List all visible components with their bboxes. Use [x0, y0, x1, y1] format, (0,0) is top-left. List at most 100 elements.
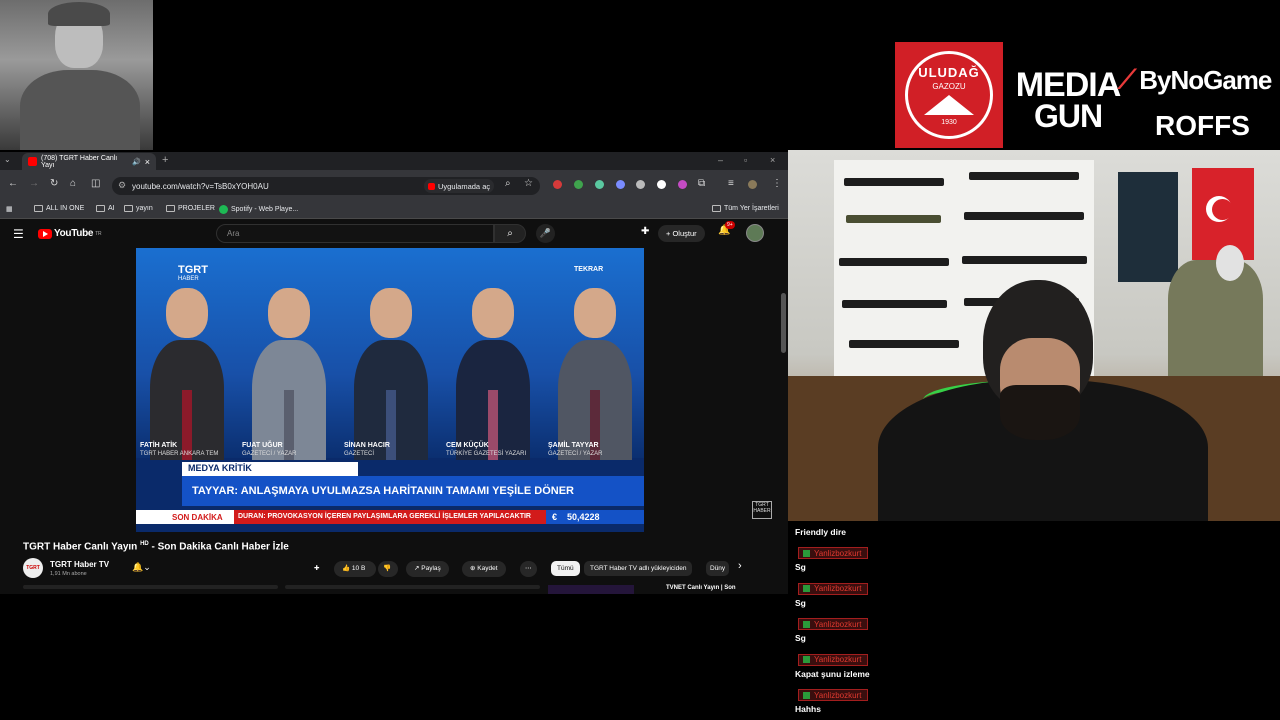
window-close-icon[interactable]: × — [770, 155, 775, 165]
browser-menu-icon[interactable]: ⋮ — [772, 178, 782, 189]
media-control-icon[interactable]: ≡ — [728, 178, 734, 189]
channel-avatar[interactable]: TGRT HABER — [23, 558, 43, 591]
all-bookmarks[interactable]: Tüm Yer İşaretleri — [712, 205, 779, 212]
panelist-role: GAZETECİ — [344, 450, 375, 457]
recommendation-thumbnail[interactable] — [548, 585, 634, 594]
dislike-icon[interactable]: 👎 — [378, 561, 398, 577]
chat-username[interactable]: Yanlizbozkurt — [798, 547, 869, 559]
filter-chip-world[interactable]: Düny — [706, 561, 730, 576]
channel-name[interactable]: TGRT Haber TV — [50, 560, 109, 569]
bookmark-spotify[interactable]: Spotify - Web Playe... — [219, 205, 298, 214]
chat-message-text: Sg — [795, 633, 806, 643]
roffs-text: ROFFS — [1155, 110, 1250, 141]
chat-message: Yanlizbozkurt Kapat şunu izleme — [790, 652, 990, 688]
new-tab-icon[interactable]: + — [162, 154, 168, 166]
create-video-icon[interactable]: ✚ — [641, 226, 649, 237]
chat-badge-icon — [803, 585, 810, 592]
chat-username[interactable]: Yanlizbozkurt — [798, 582, 869, 595]
search-input[interactable]: Ara — [216, 224, 494, 243]
browser-tab[interactable]: (708) TGRT Haber Canlı Yayı 🔊 × — [22, 153, 156, 170]
nav-bar: ← → ↻ ⌂ ◫ ⚙ youtube.com/watch?v=TsB0xYOH… — [0, 170, 788, 201]
notification-badge: 9+ — [725, 221, 735, 229]
extension-icon[interactable] — [657, 180, 666, 189]
chat-username[interactable]: Yanlizbozkurt — [798, 653, 869, 666]
back-icon[interactable]: ← — [8, 178, 18, 189]
breaking-label: SON DAKİKA — [136, 510, 227, 524]
speaker-icon[interactable]: 🔊 — [132, 158, 141, 166]
panelist: ŞAMİL TAYYAR GAZETECİ / YAZAR — [544, 264, 644, 460]
zoom-icon[interactable]: ⌕ — [505, 178, 511, 189]
menu-icon[interactable]: ☰ — [13, 227, 24, 241]
extension-icon[interactable] — [595, 180, 604, 189]
green-flag — [1118, 172, 1178, 282]
webcam-feed — [788, 150, 1280, 521]
maximize-icon[interactable]: ▫ — [744, 155, 747, 165]
bookmark-yayin[interactable]: yayın — [124, 205, 153, 212]
create-button[interactable]: + Oluştur — [658, 225, 705, 242]
youtube-play-icon — [38, 228, 52, 239]
chat-overlay: Friendly dire Yanlizbozkurt Sg Yanlizbozku… — [790, 515, 990, 720]
extension-icon[interactable] — [553, 180, 562, 189]
chat-message: Yanlizbozkurt Sg — [790, 616, 990, 652]
youtube-country-code: TR — [95, 230, 102, 237]
site-info-icon[interactable]: ⚙ — [118, 180, 126, 191]
extension-icon[interactable] — [636, 180, 645, 189]
panelist-label: CEM KÜÇÜK TÜRKİYE GAZETESİ YAZARI — [446, 442, 526, 458]
chat-username[interactable]: Yanlizbozkurt — [798, 689, 869, 701]
save-button[interactable]: ⊕ Kaydet — [462, 561, 506, 577]
more-actions-icon[interactable]: ⋯ — [520, 561, 537, 577]
microphone-icon[interactable]: 🎤 — [536, 224, 555, 243]
extensions-puzzle-icon[interactable]: ⧉ — [698, 178, 705, 189]
news-ticker: SON DAKİKA DURAN: PROVOKASYON İÇEREN PAY… — [136, 510, 644, 524]
bookmark-ai[interactable]: AI — [96, 205, 115, 212]
chat-badge-icon — [803, 656, 810, 663]
chevron-right-icon[interactable]: › — [738, 560, 742, 572]
close-icon[interactable]: × — [145, 157, 150, 167]
chat-message: Yanlizbozkurt Sg — [790, 545, 990, 581]
search-icon[interactable]: ⌕ — [494, 224, 526, 243]
chat-message-text: Hahhs — [795, 704, 821, 714]
scrollbar[interactable] — [781, 293, 786, 353]
like-button[interactable]: 👍 10 B — [334, 561, 376, 577]
youtube-logo[interactable]: YouTube TR — [38, 228, 102, 239]
extension-icon[interactable] — [678, 180, 687, 189]
chat-message-text: Kapat şunu izleme — [795, 668, 870, 679]
tab-search-icon[interactable]: ⌄ — [4, 155, 11, 164]
headline-text: TAYYAR: ANLAŞMAYA UYULMAZSA HARİTANIN TA… — [182, 476, 644, 506]
bookmark-star-icon[interactable]: ☆ — [524, 178, 533, 189]
bookmark-all-in-one[interactable]: ALL IN ONE — [34, 205, 84, 212]
minimize-icon[interactable]: – — [718, 155, 723, 165]
mediagun-logo: MEDIA GUN — [1012, 52, 1124, 148]
open-in-app-button[interactable]: Uygulamada aç — [424, 179, 495, 193]
panelist-label: FATİH ATİK TGRT HABER ANKARA TEM — [140, 442, 218, 458]
reload-icon[interactable]: ↻ — [50, 178, 58, 189]
bookmark-projeler[interactable]: PROJELER — [166, 205, 215, 212]
subscribe-bell-icon[interactable]: 🔔⌄ — [132, 562, 151, 573]
video-player[interactable]: FATİH ATİK TGRT HABER ANKARA TEM FUAT UĞUR… — [136, 248, 644, 532]
home-icon[interactable]: ⌂ — [70, 178, 76, 189]
mediagun-line2: GUN — [1033, 97, 1103, 134]
sidebar-icon[interactable]: ◫ — [91, 178, 100, 189]
user-avatar[interactable] — [746, 224, 764, 242]
filter-chip-all[interactable]: Tümü — [551, 561, 580, 576]
comment-skeleton — [285, 585, 540, 589]
filter-chip-channel[interactable]: TGRT Haber TV adlı yükleyiciden — [584, 561, 693, 576]
panelist-name: FATİH ATİK — [140, 441, 178, 449]
bookmarks-bar: ▦ ALL IN ONE AI yayın PROJELER Spotify -… — [0, 201, 788, 219]
extension-icon[interactable] — [616, 180, 625, 189]
share-button[interactable]: ↗ Paylaş — [406, 561, 449, 577]
thanks-icon[interactable]: ✚ — [314, 561, 319, 577]
recommendation-title[interactable]: TVNET Canlı Yayın | Son — [666, 585, 736, 591]
panelist-name: FUAT UĞUR — [242, 441, 283, 449]
profile-icon[interactable] — [748, 180, 757, 189]
youtube-favicon-icon — [28, 157, 37, 166]
chat-username[interactable]: Yanlizbozkurt — [798, 618, 869, 630]
panelist-role: TGRT HABER ANKARA TEM — [140, 450, 219, 457]
extension-icon[interactable] — [574, 180, 583, 189]
channel-watermark[interactable]: TGRT HABER — [752, 501, 772, 519]
forward-icon[interactable]: → — [29, 178, 39, 189]
chat-message: Yanlizbozkurt Sg — [790, 581, 990, 617]
apps-grid-icon[interactable]: ▦ — [6, 205, 13, 213]
panelist-label: ŞAMİL TAYYAR GAZETECİ / YAZAR — [548, 442, 602, 458]
tab-title: (708) TGRT Haber Canlı Yayı — [41, 154, 118, 169]
